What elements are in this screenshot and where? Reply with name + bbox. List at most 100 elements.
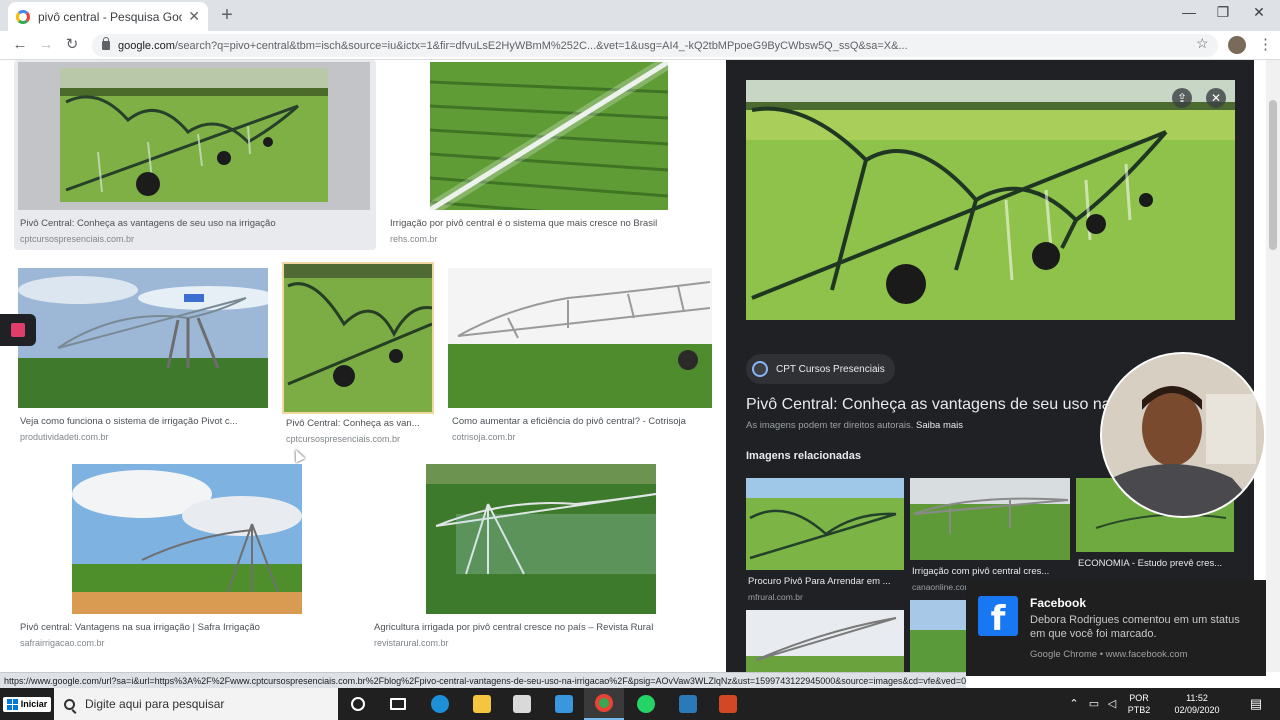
close-preview-icon[interactable]: ✕ <box>1206 88 1226 108</box>
bookmark-star-icon[interactable]: ☆ <box>1196 35 1209 52</box>
image-results-grid: Pivô Central: Conheça as vantagens de se… <box>0 60 726 672</box>
network-icon[interactable]: ▭ <box>1086 688 1102 720</box>
tab-google-search[interactable]: pivô central - Pesquisa Google ✕ <box>8 2 208 31</box>
browser-toolbar: ← → ↻ google.com/search?q=pivo+central&t… <box>0 31 1280 60</box>
notification-meta: Google Chrome • www.facebook.com <box>1030 649 1188 660</box>
mouse-cursor-icon <box>290 447 306 463</box>
result-image-1[interactable] <box>18 62 370 210</box>
minimize-icon[interactable]: — <box>1174 4 1204 20</box>
keyboard-layout: PTB2 <box>1127 705 1151 715</box>
lock-icon <box>102 37 110 50</box>
google-favicon-icon <box>16 9 30 24</box>
record-stop-icon <box>11 323 25 337</box>
volume-icon[interactable]: ◁ <box>1104 688 1120 720</box>
share-icon[interactable]: ⇪ <box>1172 88 1192 108</box>
store-icon[interactable] <box>502 688 542 720</box>
chrome-icon[interactable] <box>584 688 624 720</box>
related-caption-3[interactable]: ECONOMIA - Estudo prevê cres... <box>1078 558 1232 569</box>
profile-avatar[interactable] <box>1228 36 1246 54</box>
result-card-7[interactable]: Agricultura irrigada por pivô central cr… <box>370 462 710 648</box>
result-source-4[interactable]: cptcursospresenciais.com.br <box>286 434 436 444</box>
chrome-menu-icon[interactable]: ⋮ <box>1258 35 1273 53</box>
related-image-2[interactable] <box>910 478 1070 560</box>
task-view-icon[interactable] <box>378 688 418 720</box>
taskbar-search-placeholder: Digite aqui para pesquisar <box>85 697 225 711</box>
taskbar-search-input[interactable]: Digite aqui para pesquisar <box>54 688 338 720</box>
facebook-icon: f <box>978 596 1018 639</box>
new-tab-button[interactable]: + <box>216 4 238 26</box>
related-source-1[interactable]: mfrural.com.br <box>748 592 902 602</box>
whatsapp-icon[interactable] <box>626 688 666 720</box>
related-caption-1[interactable]: Procuro Pivô Para Arrendar em ... <box>748 576 902 587</box>
result-caption-3[interactable]: Veja como funciona o sistema de irrigaçã… <box>20 416 270 427</box>
related-image-5[interactable] <box>910 600 966 672</box>
language-code: POR <box>1129 693 1149 703</box>
preview-image[interactable] <box>746 80 1235 320</box>
language-indicator[interactable]: POR PTB2 <box>1122 688 1156 720</box>
page-scrollbar[interactable] <box>1266 60 1280 672</box>
notification-body: Debora Rodrigues comentou em um status e… <box>1030 614 1240 640</box>
result-source-3[interactable]: produtividadeti.com.br <box>20 432 270 442</box>
result-image-2[interactable] <box>430 62 668 210</box>
edge-icon[interactable] <box>420 688 460 720</box>
search-icon <box>64 698 75 710</box>
close-tab-icon[interactable]: ✕ <box>188 8 200 25</box>
result-card-6[interactable]: Pivô central: Vantagens na sua irrigação… <box>14 462 354 648</box>
result-card-4[interactable]: Pivô Central: Conheça as van... cptcurso… <box>280 260 440 446</box>
result-image-6[interactable] <box>72 464 302 614</box>
source-name: CPT Cursos Presenciais <box>776 363 885 375</box>
result-image-5[interactable] <box>448 268 712 408</box>
url-domain: google.com <box>118 39 175 52</box>
reload-icon[interactable]: ↻ <box>62 35 82 55</box>
notification-title: Facebook <box>1030 596 1087 610</box>
start-button[interactable]: Iniciar <box>0 688 54 720</box>
tab-title: pivô central - Pesquisa Google <box>38 9 183 24</box>
learn-more-link[interactable]: Saiba mais <box>916 420 963 431</box>
tab-strip: pivô central - Pesquisa Google ✕ + — ❐ ✕ <box>0 0 1280 31</box>
result-card-1[interactable]: Pivô Central: Conheça as vantagens de se… <box>14 60 376 250</box>
screen-recorder-button[interactable] <box>0 314 36 346</box>
mail-icon[interactable] <box>544 688 584 720</box>
forward-icon[interactable]: → <box>36 35 56 55</box>
result-card-3[interactable]: Veja como funciona o sistema de irrigaçã… <box>14 264 272 446</box>
close-window-icon[interactable]: ✕ <box>1244 4 1274 21</box>
related-images-heading: Imagens relacionadas <box>746 450 861 462</box>
related-image-1[interactable] <box>746 478 904 570</box>
scrollbar-thumb[interactable] <box>1269 100 1277 250</box>
facebook-notification[interactable]: f Facebook Debora Rodrigues comentou em … <box>966 580 1266 676</box>
address-bar[interactable]: google.com/search?q=pivo+central&tbm=isc… <box>92 34 1218 57</box>
source-site-icon <box>752 361 768 377</box>
source-chip[interactable]: CPT Cursos Presenciais <box>746 354 895 384</box>
result-image-4[interactable] <box>282 262 434 414</box>
file-explorer-icon[interactable] <box>462 688 502 720</box>
url-text: google.com/search?q=pivo+central&tbm=isc… <box>118 40 908 52</box>
back-icon[interactable]: ← <box>10 35 30 55</box>
related-caption-2[interactable]: Irrigação com pivô central cres... <box>912 566 1068 577</box>
result-caption-7[interactable]: Agricultura irrigada por pivô central cr… <box>374 622 710 633</box>
clock[interactable]: 11:52 02/09/2020 <box>1162 688 1232 720</box>
result-caption-4[interactable]: Pivô Central: Conheça as van... <box>286 418 436 429</box>
powerpoint-icon[interactable] <box>708 688 748 720</box>
result-image-3[interactable] <box>18 268 268 408</box>
related-image-4[interactable] <box>746 610 904 672</box>
tray-expand-icon[interactable]: ⌃ <box>1066 688 1082 720</box>
clock-time: 11:52 <box>1186 693 1208 703</box>
result-source-6[interactable]: safrairrigacao.com.br <box>20 638 354 648</box>
maximize-icon[interactable]: ❐ <box>1208 4 1238 21</box>
result-caption-5[interactable]: Como aumentar a eficiência do pivô centr… <box>452 416 714 427</box>
result-source-2[interactable]: rehs.com.br <box>390 234 712 244</box>
result-card-5[interactable]: Como aumentar a eficiência do pivô centr… <box>446 264 716 446</box>
app-icon[interactable] <box>668 688 708 720</box>
copyright-text: As imagens podem ter direitos autorais. <box>746 420 914 431</box>
result-caption-6[interactable]: Pivô central: Vantagens na sua irrigação… <box>20 622 354 633</box>
result-source-1[interactable]: cptcursospresenciais.com.br <box>20 234 370 244</box>
start-label: Iniciar <box>20 699 48 709</box>
cortana-icon[interactable] <box>338 688 378 720</box>
action-center-icon[interactable]: ▤ <box>1244 688 1268 720</box>
result-image-7[interactable] <box>426 464 656 614</box>
result-source-5[interactable]: cotrisoja.com.br <box>452 432 714 442</box>
result-source-7[interactable]: revistarural.com.br <box>374 638 710 648</box>
result-caption-1[interactable]: Pivô Central: Conheça as vantagens de se… <box>20 218 370 229</box>
result-card-2[interactable]: Irrigação por pivô central é o sistema q… <box>386 60 716 250</box>
result-caption-2[interactable]: Irrigação por pivô central é o sistema q… <box>390 218 712 229</box>
